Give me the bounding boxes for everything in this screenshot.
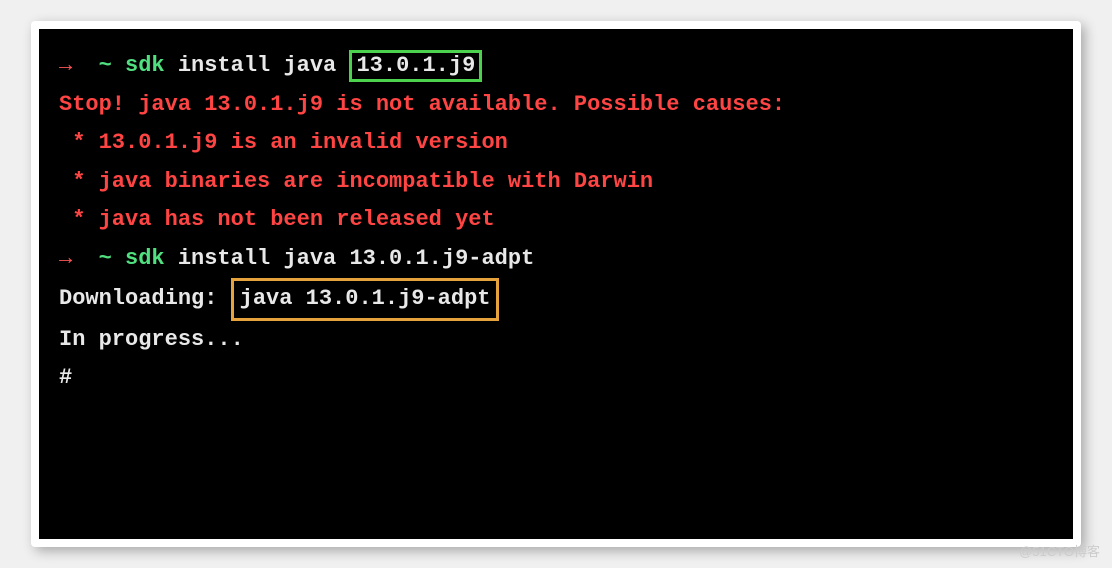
downloading-line: Downloading: java 13.0.1.j9-adpt — [59, 278, 1053, 321]
progress-line: In progress... — [59, 321, 1053, 360]
downloading-label: Downloading: — [59, 286, 231, 311]
green-highlight-box: 13.0.1.j9 — [349, 50, 482, 82]
command-line-1: → ~ sdk install java 13.0.1.j9 — [59, 47, 1053, 86]
prompt-arrow: → — [59, 53, 72, 78]
watermark-text: @51CTO博客 — [1019, 541, 1100, 560]
terminal-content[interactable]: → ~ sdk install java 13.0.1.j9 Stop! jav… — [39, 29, 1073, 539]
terminal-window: → ~ sdk install java 13.0.1.j9 Stop! jav… — [31, 21, 1081, 547]
hash-line: # — [59, 359, 1053, 398]
error-message-3: * java binaries are incompatible with Da… — [59, 163, 1053, 202]
error-message-2: * 13.0.1.j9 is an invalid version — [59, 124, 1053, 163]
prompt-arrow: → — [59, 246, 72, 271]
orange-highlight-box: java 13.0.1.j9-adpt — [231, 278, 500, 321]
sdk-command: sdk — [125, 53, 165, 78]
prompt-tilde: ~ — [99, 246, 112, 271]
error-message-1: Stop! java 13.0.1.j9 is not available. P… — [59, 86, 1053, 125]
prompt-tilde: ~ — [99, 53, 112, 78]
command-args: install java — [165, 53, 350, 78]
command-args: install java 13.0.1.j9-adpt — [165, 246, 535, 271]
command-line-2: → ~ sdk install java 13.0.1.j9-adpt — [59, 240, 1053, 279]
sdk-command: sdk — [125, 246, 165, 271]
error-message-4: * java has not been released yet — [59, 201, 1053, 240]
